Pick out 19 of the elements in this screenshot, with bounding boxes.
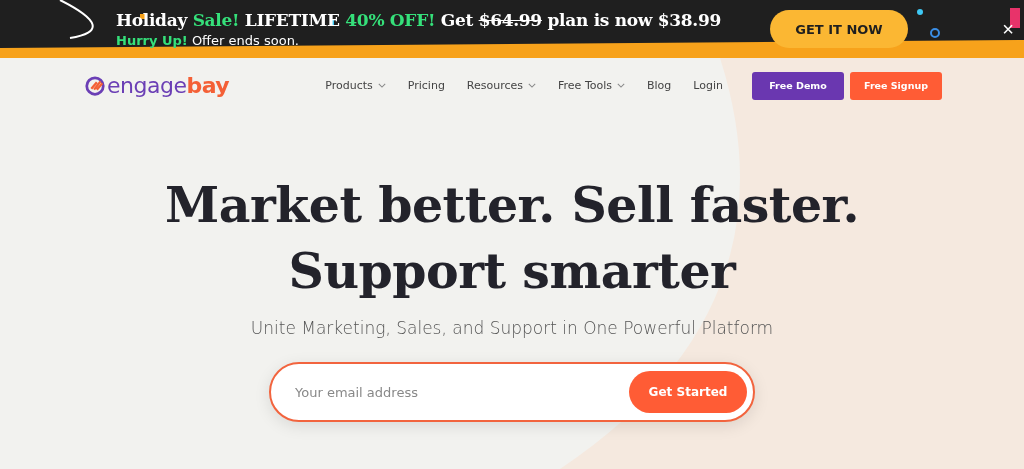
chevron-down-icon[interactable] [377, 83, 386, 88]
promo-headline: Holiday Sale! LIFETIME 40% OFF! Get $64.99 plan is now $38.99 [116, 10, 722, 30]
nav-link[interactable]: Login [693, 79, 723, 92]
nav-menu-label[interactable]: Free Tools [558, 79, 612, 92]
promo-subline: Hurry Up! Offer ends soon. [116, 33, 300, 48]
logo-wordmark[interactable]: engagebay [107, 73, 230, 98]
close-button[interactable]: × [998, 19, 1018, 39]
hero-heading: Support smarter [288, 241, 736, 302]
hero-heading: Market better. Sell faster. [165, 175, 859, 236]
nav-menu-label[interactable]: Resources [466, 79, 524, 92]
demo-button[interactable]: Free Demo [752, 71, 844, 100]
nav-menu-label[interactable]: Products [325, 79, 373, 92]
logo-icon[interactable] [84, 74, 106, 97]
nav-link[interactable]: Blog [647, 79, 672, 92]
chevron-down-icon[interactable] [617, 83, 625, 88]
get-it-now-button[interactable]: GET IT NOW [770, 10, 908, 48]
nav-link[interactable]: Pricing [407, 79, 445, 92]
chevron-down-icon[interactable] [528, 83, 537, 88]
hero-subtitle: Unite Marketing, Sales, and Support in One Powerful Platform [250, 318, 774, 338]
